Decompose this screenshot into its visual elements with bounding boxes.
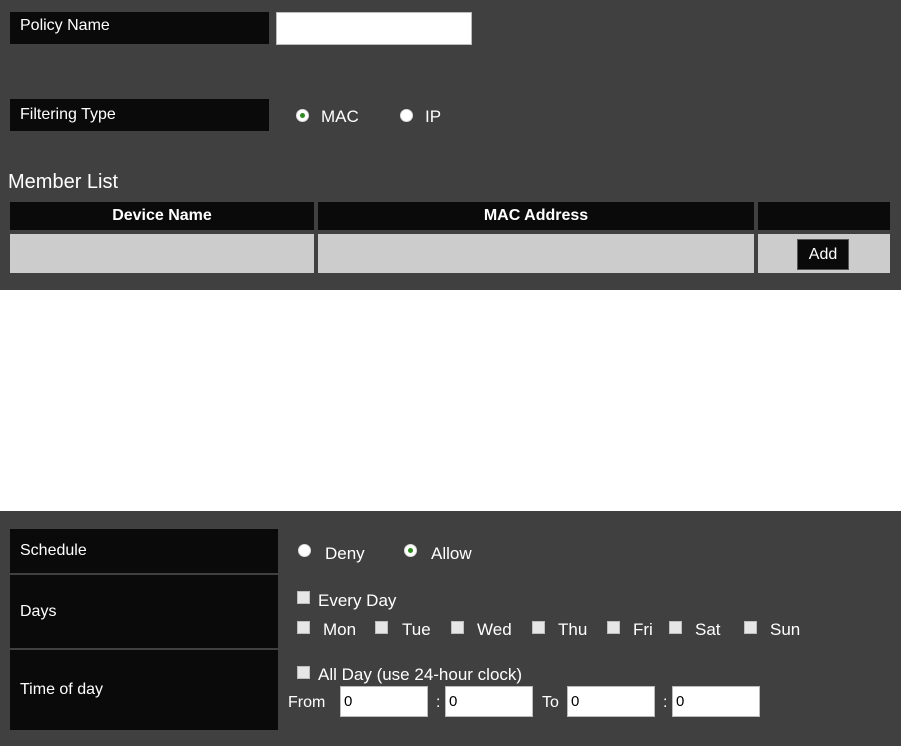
schedule-allow-radio[interactable] bbox=[404, 544, 417, 557]
from-minute-input[interactable] bbox=[445, 686, 533, 717]
day-fri-label: Fri bbox=[633, 620, 653, 639]
mac-address-cell[interactable] bbox=[318, 234, 754, 273]
day-wed-checkbox[interactable] bbox=[451, 621, 464, 634]
filter-ip-label: IP bbox=[425, 107, 442, 126]
day-sun-label: Sun bbox=[770, 620, 801, 639]
from-colon: : bbox=[436, 694, 441, 711]
from-label: From bbox=[288, 694, 326, 711]
schedule-deny-radio[interactable] bbox=[298, 544, 311, 557]
day-mon-label: Mon bbox=[323, 620, 357, 639]
all-day-checkbox[interactable] bbox=[297, 666, 310, 679]
day-sat-label: Sat bbox=[695, 620, 721, 639]
to-minute-input[interactable] bbox=[672, 686, 760, 717]
all-day-label: All Day (use 24-hour clock) bbox=[318, 665, 523, 684]
filter-mac-radio[interactable] bbox=[296, 109, 309, 122]
day-thu-label: Thu bbox=[558, 620, 588, 639]
schedule-panel: Schedule Days Time of day Deny Allow Eve… bbox=[0, 511, 901, 746]
column-header-mac-address: MAC Address bbox=[318, 202, 754, 230]
day-tue-label: Tue bbox=[402, 620, 431, 639]
day-sun-checkbox[interactable] bbox=[744, 621, 757, 634]
days-label: Days bbox=[10, 575, 278, 648]
filter-mac-label: MAC bbox=[321, 107, 359, 126]
policy-name-input[interactable] bbox=[276, 12, 472, 45]
column-header-device-name: Device Name bbox=[10, 202, 314, 230]
to-label: To bbox=[542, 694, 559, 711]
schedule-allow-label: Allow bbox=[431, 544, 472, 563]
to-colon: : bbox=[663, 694, 668, 711]
day-wed-label: Wed bbox=[477, 620, 512, 639]
every-day-label: Every Day bbox=[318, 591, 397, 610]
day-tue-checkbox[interactable] bbox=[375, 621, 388, 634]
device-name-cell[interactable] bbox=[10, 234, 314, 273]
column-header-action bbox=[758, 202, 890, 230]
member-list-title: Member List bbox=[8, 171, 119, 193]
day-sat-checkbox[interactable] bbox=[669, 621, 682, 634]
policy-name-label: Policy Name bbox=[10, 12, 269, 44]
time-of-day-label: Time of day bbox=[10, 650, 278, 730]
from-hour-input[interactable] bbox=[340, 686, 428, 717]
schedule-deny-label: Deny bbox=[325, 544, 365, 563]
policy-panel: Policy Name Filtering Type MAC IP Member… bbox=[0, 0, 901, 290]
to-hour-input[interactable] bbox=[567, 686, 655, 717]
schedule-label: Schedule bbox=[10, 529, 278, 573]
add-button[interactable]: Add bbox=[797, 239, 849, 270]
filtering-type-label: Filtering Type bbox=[10, 99, 269, 131]
day-fri-checkbox[interactable] bbox=[607, 621, 620, 634]
filter-ip-radio[interactable] bbox=[400, 109, 413, 122]
day-thu-checkbox[interactable] bbox=[532, 621, 545, 634]
every-day-checkbox[interactable] bbox=[297, 591, 310, 604]
day-mon-checkbox[interactable] bbox=[297, 621, 310, 634]
